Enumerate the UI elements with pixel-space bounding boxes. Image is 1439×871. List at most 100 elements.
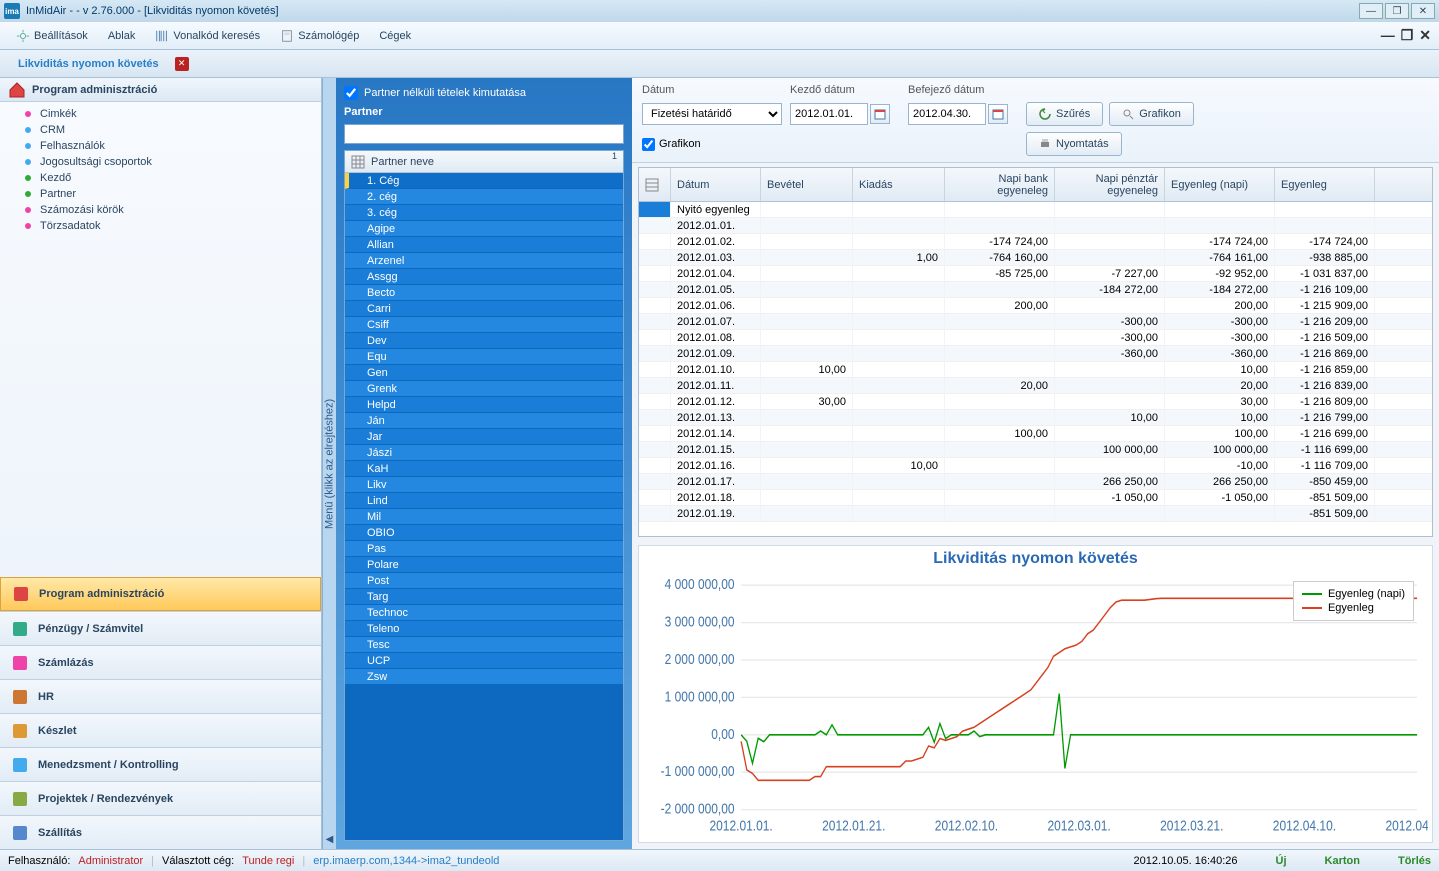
col-bank[interactable]: Napi bank egyeneleg [945, 168, 1055, 201]
partner-row[interactable]: Jar [345, 429, 623, 445]
partner-row[interactable]: Ján [345, 413, 623, 429]
partnerless-checkbox[interactable] [344, 86, 358, 100]
partner-row[interactable]: Mil [345, 509, 623, 525]
start-date-picker-button[interactable] [870, 104, 890, 124]
sidebar-item[interactable]: CRM [0, 122, 321, 138]
table-row[interactable]: 2012.01.09.-360,00-360,00-1 216 869,00 [639, 346, 1432, 362]
module-item[interactable]: Pénzügy / Számvitel [0, 611, 321, 645]
table-row[interactable]: 2012.01.05.-184 272,00-184 272,00-1 216 … [639, 282, 1432, 298]
col-expense[interactable]: Kiadás [853, 168, 945, 201]
table-row[interactable]: 2012.01.01. [639, 218, 1432, 234]
chart-checkbox[interactable] [642, 138, 655, 151]
table-row[interactable]: 2012.01.15.100 000,00100 000,00-1 116 69… [639, 442, 1432, 458]
partner-row[interactable]: Technoc [345, 605, 623, 621]
partner-row[interactable]: Agipe [345, 221, 623, 237]
sidebar-item[interactable]: Felhasználók [0, 138, 321, 154]
table-row[interactable]: 2012.01.13.10,0010,00-1 216 799,00 [639, 410, 1432, 426]
col-date[interactable]: Dátum [671, 168, 761, 201]
module-item[interactable]: Program adminisztráció [0, 577, 321, 611]
new-button[interactable]: Új [1276, 855, 1287, 867]
partner-row[interactable]: UCP [345, 653, 623, 669]
partner-row[interactable]: Jászi [345, 445, 623, 461]
table-row[interactable]: 2012.01.06.200,00200,00-1 215 909,00 [639, 298, 1432, 314]
module-item[interactable]: Projektek / Rendezvények [0, 781, 321, 815]
partner-grid-header[interactable]: Partner neve 1 [345, 151, 623, 173]
row-selector-header[interactable] [639, 168, 671, 201]
partner-row[interactable]: KaH [345, 461, 623, 477]
module-item[interactable]: HR [0, 679, 321, 713]
close-button[interactable]: ✕ [1411, 3, 1435, 19]
table-row[interactable]: 2012.01.16.10,00-10,00-1 116 709,00 [639, 458, 1432, 474]
partner-row[interactable]: Helpd [345, 397, 623, 413]
table-row[interactable]: 2012.01.10.10,0010,00-1 216 859,00 [639, 362, 1432, 378]
partner-row[interactable]: Carri [345, 301, 623, 317]
sidebar-collapse-handle[interactable]: ◀ Menü (klikk az elrejtéshez) [322, 78, 336, 849]
partner-row[interactable]: 3. cég [345, 205, 623, 221]
partner-row[interactable]: 1. Cég [345, 173, 623, 189]
table-row[interactable]: 2012.01.18.-1 050,00-1 050,00-851 509,00 [639, 490, 1432, 506]
table-row[interactable]: 2012.01.08.-300,00-300,00-1 216 509,00 [639, 330, 1432, 346]
sidebar-item[interactable]: Jogosultsági csoportok [0, 154, 321, 170]
menu-companies[interactable]: Cégek [369, 26, 421, 46]
partner-row[interactable]: Assgg [345, 269, 623, 285]
partner-row[interactable]: Csiff [345, 317, 623, 333]
sidebar-item[interactable]: Cimkék [0, 106, 321, 122]
table-row[interactable]: 2012.01.04.-85 725,00-7 227,00-92 952,00… [639, 266, 1432, 282]
col-daily[interactable]: Egyenleg (napi) [1165, 168, 1275, 201]
date-type-select[interactable]: Fizetési határidő [642, 103, 782, 125]
delete-button[interactable]: Törlés [1398, 855, 1431, 867]
minimize-button[interactable]: — [1359, 3, 1383, 19]
card-button[interactable]: Karton [1325, 855, 1360, 867]
menu-settings[interactable]: Beállítások [6, 25, 98, 47]
print-button[interactable]: Nyomtatás [1026, 132, 1122, 156]
partner-row[interactable]: Gen [345, 365, 623, 381]
partner-row[interactable]: Equ [345, 349, 623, 365]
partner-row[interactable]: Lind [345, 493, 623, 509]
end-date-picker-button[interactable] [988, 104, 1008, 124]
sidebar-item[interactable]: Számozási körök [0, 202, 321, 218]
menu-window[interactable]: Ablak [98, 26, 146, 46]
tab-close-icon[interactable]: ✕ [175, 57, 189, 71]
table-row[interactable]: 2012.01.02.-174 724,00-174 724,00-174 72… [639, 234, 1432, 250]
col-balance[interactable]: Egyenleg [1275, 168, 1375, 201]
partner-row[interactable]: Targ [345, 589, 623, 605]
partner-row[interactable]: Allian [345, 237, 623, 253]
table-row[interactable]: 2012.01.17.266 250,00266 250,00-850 459,… [639, 474, 1432, 490]
col-income[interactable]: Bevétel [761, 168, 853, 201]
partner-row[interactable]: Likv [345, 477, 623, 493]
table-row[interactable]: 2012.01.11.20,0020,00-1 216 839,00 [639, 378, 1432, 394]
sidebar-item[interactable]: Partner [0, 186, 321, 202]
menu-calculator[interactable]: Számológép [270, 25, 369, 47]
partner-row[interactable]: Grenk [345, 381, 623, 397]
partner-row[interactable]: Tesc [345, 637, 623, 653]
partner-row[interactable]: 2. cég [345, 189, 623, 205]
start-date-input[interactable] [790, 103, 868, 125]
partner-input[interactable] [344, 124, 624, 144]
end-date-input[interactable] [908, 103, 986, 125]
partner-row[interactable]: Post [345, 573, 623, 589]
partner-row[interactable]: Arzenel [345, 253, 623, 269]
table-row[interactable]: Nyitó egyenleg [639, 202, 1432, 218]
partner-row[interactable]: Teleno [345, 621, 623, 637]
table-row[interactable]: 2012.01.07.-300,00-300,00-1 216 209,00 [639, 314, 1432, 330]
table-row[interactable]: 2012.01.03.1,00-764 160,00-764 161,00-93… [639, 250, 1432, 266]
partner-row[interactable]: OBIO [345, 525, 623, 541]
menu-barcode[interactable]: Vonalkód keresés [145, 25, 270, 47]
partner-row[interactable]: Zsw [345, 669, 623, 685]
module-item[interactable]: Számlázás [0, 645, 321, 679]
partner-row[interactable]: Dev [345, 333, 623, 349]
table-row[interactable]: 2012.01.12.30,0030,00-1 216 809,00 [639, 394, 1432, 410]
table-row[interactable]: 2012.01.19.-851 509,00 [639, 506, 1432, 522]
sidebar-item[interactable]: Törzsadatok [0, 218, 321, 234]
partner-row[interactable]: Polare [345, 557, 623, 573]
partner-row[interactable]: Pas [345, 541, 623, 557]
chart-button[interactable]: Grafikon [1109, 102, 1194, 126]
inner-close-button[interactable]: ✕ [1419, 27, 1431, 44]
inner-minimize-button[interactable]: — [1381, 27, 1395, 44]
module-item[interactable]: Készlet [0, 713, 321, 747]
col-cash[interactable]: Napi pénztár egyeneleg [1055, 168, 1165, 201]
inner-restore-button[interactable]: ❐ [1401, 27, 1414, 44]
table-row[interactable]: 2012.01.14.100,00100,00-1 216 699,00 [639, 426, 1432, 442]
maximize-button[interactable]: ❐ [1385, 3, 1409, 19]
tab-liquidity[interactable]: Likviditás nyomon követés [10, 54, 167, 74]
